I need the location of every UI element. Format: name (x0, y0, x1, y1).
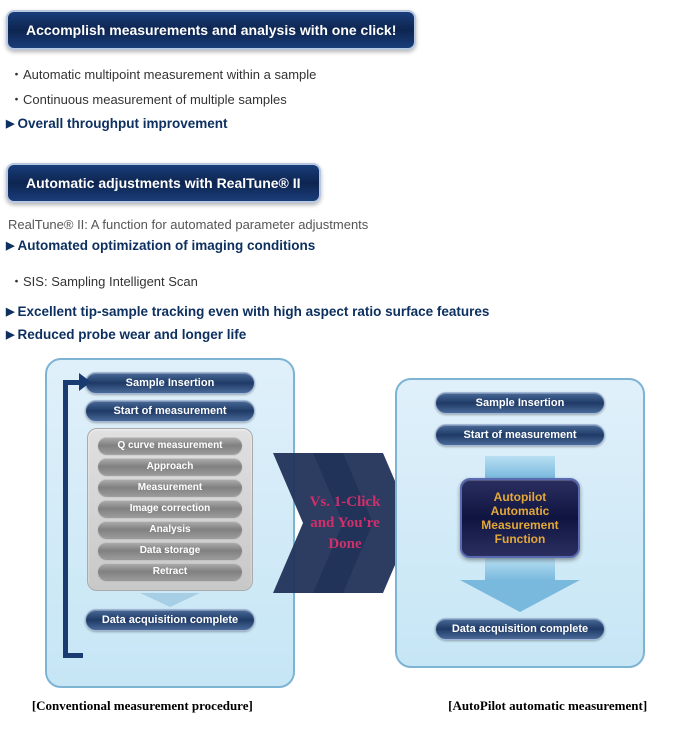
highlight-arrow: Overall throughput improvement (6, 116, 684, 131)
manual-step: Image correction (98, 500, 242, 517)
manual-step: Data storage (98, 542, 242, 559)
feature-line: Measurement Function (468, 518, 573, 546)
step-pill: Start of measurement (85, 400, 255, 422)
manual-step: Q curve measurement (98, 437, 242, 454)
step-pill: Data acquisition complete (435, 618, 605, 640)
manual-step: Measurement (98, 479, 242, 496)
highlight-arrow: Reduced probe wear and longer life (6, 327, 684, 342)
caption-right: [AutoPilot automatic measurement] (418, 698, 678, 714)
down-arrow-icon (140, 593, 200, 607)
loop-arrow-icon (59, 374, 75, 660)
manual-step: Approach (98, 458, 242, 475)
manual-step: Retract (98, 563, 242, 580)
comparison-diagram: Sample Insertion Start of measurement Q … (6, 358, 684, 688)
sis-note: SIS: Sampling Intelligent Scan (10, 271, 684, 290)
vs-text: Vs. 1-Click and You're Done (285, 492, 405, 555)
bullet-item: Continuous measurement of multiple sampl… (10, 89, 684, 108)
step-pill: Sample Insertion (85, 372, 255, 394)
section-badge-1: Accomplish measurements and analysis wit… (6, 10, 416, 50)
step-pill: Data acquisition complete (85, 609, 255, 631)
autopilot-feature-box: Autopilot Automatic Measurement Function (460, 478, 581, 558)
feature-line: Autopilot Automatic (468, 490, 573, 518)
step-pill: Start of measurement (435, 424, 605, 446)
autopilot-panel: Sample Insertion Start of measurement Au… (395, 378, 645, 668)
bullet-item: Automatic multipoint measurement within … (10, 64, 684, 83)
intro-text: RealTune® II: A function for automated p… (8, 217, 684, 232)
bullet-list-1: Automatic multipoint measurement within … (10, 64, 684, 108)
diagram-captions: [Conventional measurement procedure] [Au… (6, 698, 684, 714)
section-badge-2: Automatic adjustments with RealTune® II (6, 163, 321, 203)
manual-steps-box: Q curve measurement Approach Measurement… (87, 428, 253, 591)
highlight-arrow: Automated optimization of imaging condit… (6, 238, 684, 253)
caption-left: [Conventional measurement procedure] (12, 698, 272, 714)
vs-block: Vs. 1-Click and You're Done (285, 492, 405, 555)
big-down-arrow-icon: Autopilot Automatic Measurement Function (446, 456, 593, 612)
step-pill: Sample Insertion (435, 392, 605, 414)
manual-step: Analysis (98, 521, 242, 538)
highlight-arrow: Excellent tip-sample tracking even with … (6, 304, 684, 319)
conventional-panel: Sample Insertion Start of measurement Q … (45, 358, 295, 688)
